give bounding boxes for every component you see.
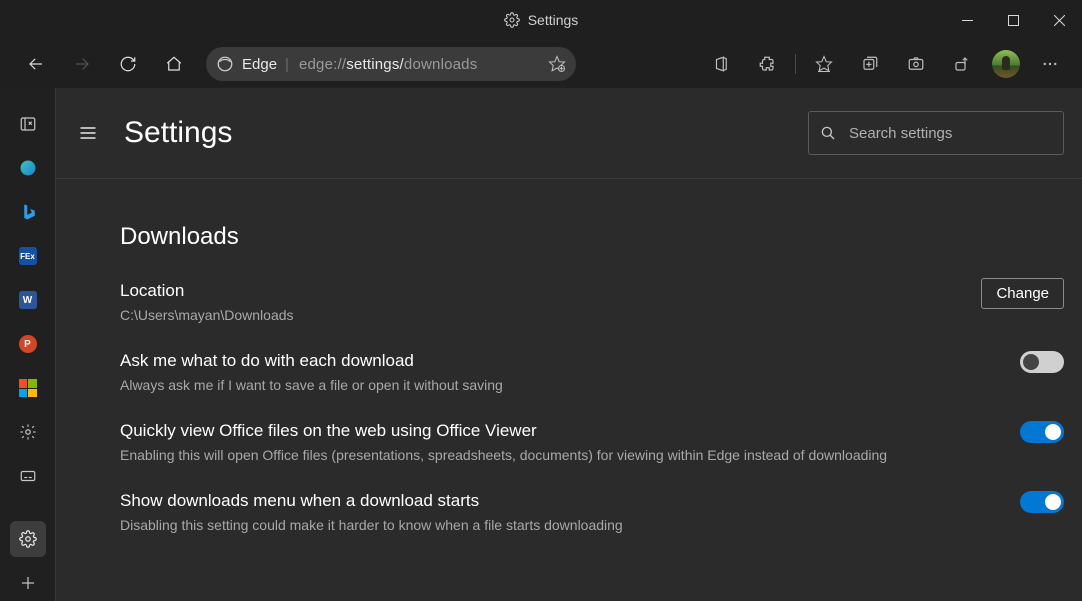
collections-icon[interactable] [850,44,890,84]
window-title: Settings [528,12,579,28]
sidebar-settings-gear-icon[interactable] [10,414,46,450]
url-path: settings/ [346,56,404,73]
window-controls [944,0,1082,40]
location-path: C:\Users\mayan\Downloads [120,307,961,323]
setting-location: Location C:\Users\mayan\Downloads Change [120,281,1064,323]
ask-title: Ask me what to do with each download [120,351,1000,371]
separator [795,54,796,74]
home-button[interactable] [154,44,194,84]
sidebar-caption-icon[interactable] [10,458,46,494]
edge-chip: Edge | [216,55,289,73]
search-field[interactable] [808,111,1064,155]
title-group: Settings [504,12,579,28]
sidebar-word-icon[interactable]: W [10,282,46,318]
toolbar: Edge | edge://settings/downloads [0,40,1082,88]
office-icon[interactable] [701,44,741,84]
sidebar-fex-icon[interactable]: FEx [10,238,46,274]
sidebar: FEx W P [0,88,56,601]
titlebar: Settings [0,0,1082,40]
office-desc: Enabling this will open Office files (pr… [120,447,1000,463]
sidebar-bing-icon[interactable] [10,194,46,230]
sidebar-powerpoint-icon[interactable]: P [10,326,46,362]
ask-desc: Always ask me if I want to save a file o… [120,377,1000,393]
favorite-add-icon[interactable] [548,55,566,73]
menu-desc: Disabling this setting could make it har… [120,517,1000,533]
url-scheme: edge:// [299,56,346,73]
main: FEx W P Settings [0,88,1082,601]
ask-toggle[interactable] [1020,351,1064,373]
location-title: Location [120,281,961,301]
page-title: Downloads [120,223,1064,251]
avatar[interactable] [992,50,1020,78]
gear-icon [504,12,520,28]
separator: | [285,56,289,73]
search-input[interactable] [849,125,1053,142]
setting-office-viewer: Quickly view Office files on the web usi… [120,421,1064,463]
menu-toggle[interactable] [1020,491,1064,513]
favorites-icon[interactable] [804,44,844,84]
content: Settings Downloads Location C:\Users\may… [56,88,1082,601]
office-title: Quickly view Office files on the web usi… [120,421,1000,441]
sidebar-outlook-icon[interactable] [10,106,46,142]
setting-downloads-menu: Show downloads menu when a download star… [120,491,1064,533]
url-tail: downloads [404,56,478,73]
sidebar-add-button[interactable] [10,565,46,601]
screenshot-icon[interactable] [896,44,936,84]
address-url: edge://settings/downloads [299,56,477,73]
share-icon[interactable] [942,44,982,84]
sidebar-settings-icon[interactable] [10,521,46,557]
minimize-button[interactable] [944,0,990,40]
settings-title: Settings [124,116,232,150]
menu-icon[interactable] [1030,44,1070,84]
edge-icon [216,55,234,73]
setting-ask-each-download: Ask me what to do with each download Alw… [120,351,1064,393]
nav-forward-button[interactable] [62,44,102,84]
close-button[interactable] [1036,0,1082,40]
sidebar-microsoft-icon[interactable] [10,370,46,406]
nav-back-button[interactable] [16,44,56,84]
search-icon [819,124,837,142]
edge-label: Edge [242,56,277,73]
change-location-button[interactable]: Change [981,278,1064,309]
content-header: Settings [56,88,1082,179]
maximize-button[interactable] [990,0,1036,40]
sidebar-edge-icon[interactable] [10,150,46,186]
office-toggle[interactable] [1020,421,1064,443]
extensions-icon[interactable] [747,44,787,84]
address-bar[interactable]: Edge | edge://settings/downloads [206,47,576,81]
refresh-button[interactable] [108,44,148,84]
settings-menu-button[interactable] [70,115,106,151]
settings-page: Downloads Location C:\Users\mayan\Downlo… [56,179,1082,601]
menu-title: Show downloads menu when a download star… [120,491,1000,511]
